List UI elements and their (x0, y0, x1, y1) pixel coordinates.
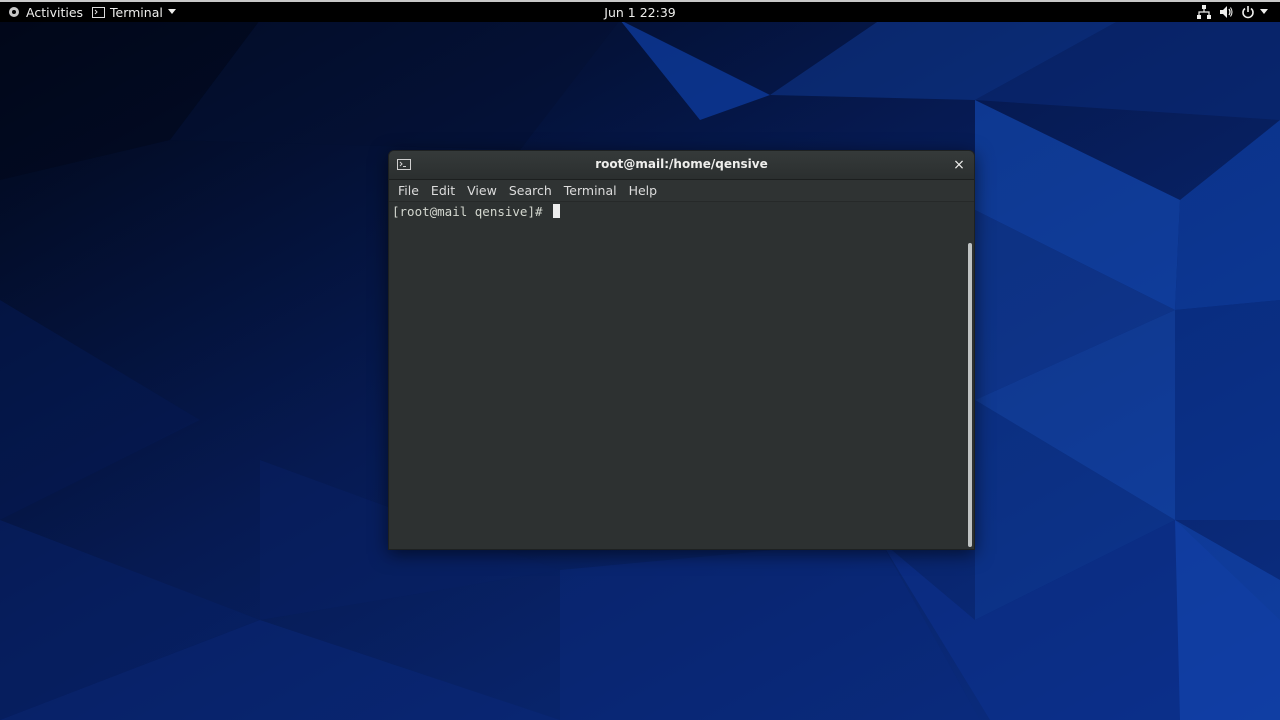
window-titlebar[interactable]: root@mail:/home/qensive × (389, 151, 974, 180)
top-bar: Activities Terminal Jun 1 22:39 (0, 0, 1280, 22)
app-menu-label: Terminal (110, 4, 163, 20)
menu-bar: File Edit View Search Terminal Help (389, 180, 974, 202)
chevron-down-icon (167, 9, 176, 14)
terminal-window[interactable]: root@mail:/home/qensive × File Edit View… (388, 150, 975, 550)
shell-prompt: [root@mail qensive]# (392, 204, 551, 219)
menu-edit[interactable]: Edit (425, 180, 461, 202)
menu-view[interactable]: View (461, 180, 503, 202)
scrollbar[interactable] (968, 243, 972, 547)
clock-container: Jun 1 22:39 (0, 2, 1280, 22)
text-cursor (553, 204, 561, 218)
clock-button[interactable]: Jun 1 22:39 (604, 5, 675, 20)
menu-help[interactable]: Help (623, 180, 664, 202)
terminal-app-icon (92, 6, 105, 18)
power-icon (1242, 6, 1254, 19)
system-status-menu[interactable] (1189, 2, 1268, 22)
activities-button[interactable]: Activities (8, 2, 83, 22)
app-menu-button[interactable]: Terminal (92, 2, 176, 22)
chevron-down-icon (1260, 9, 1268, 14)
terminal-content[interactable]: [root@mail qensive]# (389, 203, 974, 549)
close-button[interactable]: × (952, 158, 966, 172)
menu-file[interactable]: File (392, 180, 425, 202)
volume-icon (1220, 6, 1233, 18)
network-icon (1197, 5, 1211, 19)
menu-search[interactable]: Search (503, 180, 558, 202)
prompt-line: [root@mail qensive]# (392, 204, 561, 219)
menu-terminal[interactable]: Terminal (558, 180, 623, 202)
window-title: root@mail:/home/qensive (595, 157, 768, 171)
activities-icon (9, 7, 19, 17)
activities-label: Activities (26, 4, 84, 20)
